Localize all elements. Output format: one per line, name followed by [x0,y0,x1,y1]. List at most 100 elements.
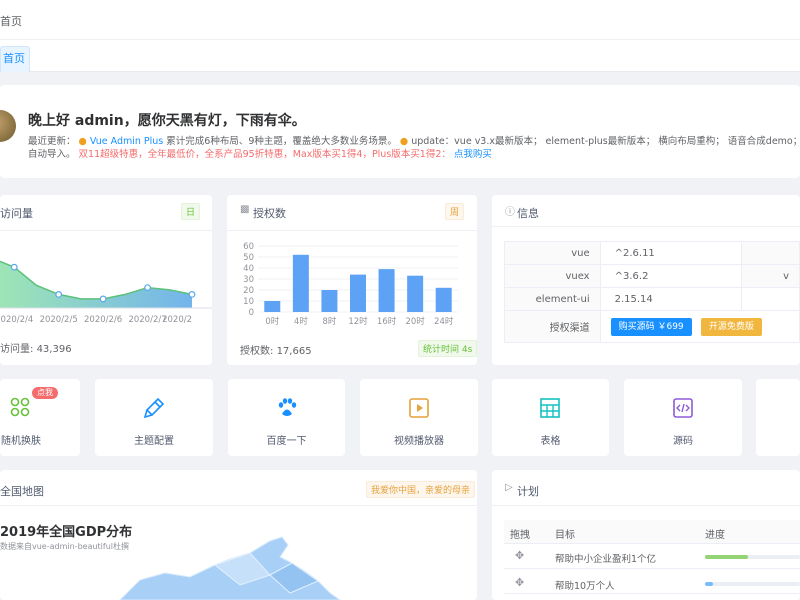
shortcut-card[interactable]: 表格 [492,379,609,456]
update-news: 最近更新： ● Vue Admin Plus 累计完成6种布局、9种主题，覆盖绝… [28,135,800,161]
video-play-icon [409,398,429,418]
bar[interactable] [321,290,338,312]
fire-icon: ● [78,136,87,147]
bar[interactable] [350,274,366,312]
news-update: update：vue v3.x最新版本； element-plus最新版本； 横… [411,136,800,147]
area-point[interactable] [55,291,63,298]
grid-apps-icon [10,397,30,417]
drag-handle-icon[interactable]: ✥ [515,549,524,562]
visits-footer-label: 访问量: [0,344,37,355]
x-tick-label: 4时 [294,316,308,327]
visits-footer: 访问量: 43,396 [0,340,72,355]
x-tick-label: 8时 [322,316,336,327]
plan-title: 计划 [517,485,539,498]
shortcut-label: 随机换肤 [1,436,41,447]
free-version-button[interactable]: 开源免费版 [700,317,762,336]
bar[interactable] [407,275,424,312]
area-point[interactable] [188,291,196,298]
bar[interactable] [378,269,395,312]
bar[interactable] [435,287,452,312]
y-tick-label: 20 [243,286,254,296]
area-fill [0,261,192,308]
news-product-link[interactable]: Vue Admin Plus [90,136,163,147]
auth-footer-label: 授权数: [240,346,277,357]
shortcut-card[interactable]: 点我 随机换肤 [0,379,80,456]
shortcut-label: 主题配置 [134,436,174,447]
shortcut-card[interactable]: 视频播放器 [360,379,478,456]
y-tick-label: 10 [243,297,254,307]
buy-source-button[interactable]: 购买源码 ￥699 [610,317,692,336]
y-tick-label: 60 [243,242,254,252]
info-value: ^2.6.11 [599,241,743,265]
news-promo: 双11超级特惠，全年最低价，全系产品95折特惠，Max版本买1得4，Plus版本… [75,149,451,160]
buy-link[interactable]: 点我购买 [451,149,492,160]
shortcut-label: 表格 [540,436,561,447]
info-channel-buttons: 购买源码 ￥699 开源免费版 [599,310,800,343]
paw-icon [278,398,297,416]
hot-badge: 点我 [32,387,58,399]
bar[interactable] [264,301,281,312]
x-tick-label: 2020/2/4 [0,315,33,325]
news-prefix: 最近更新： [28,136,76,147]
tabs-bar [0,40,800,72]
shortcut-card[interactable]: 百度一下 [228,379,345,456]
auth-time-badge: 统计时间 4s [418,340,478,357]
breadcrumb[interactable]: 首页 [0,13,22,29]
area-point[interactable] [10,263,18,271]
info-key: vue [504,241,601,265]
bar-chart-icon: ▩ [240,204,250,215]
plan-col-drag: 拖拽 [510,530,530,541]
shortcut-card[interactable] [756,379,800,456]
map-title: 全国地图 [0,485,44,498]
info-title: 信息 [517,207,539,220]
info-key [741,287,800,311]
x-tick-label: 2020/2 [162,315,192,325]
plan-goal: 帮助中小企业盈利1个亿 [555,554,657,565]
visits-day-tag: 日 [181,203,201,220]
plan-col-progress: 进度 [705,530,725,541]
tab-home[interactable]: 首页 [0,46,30,72]
y-tick-label: 30 [243,275,254,285]
map-chart-subtitle: 数据来自vue-admin-beautiful杜撰 [0,542,130,551]
fire-icon: ● [399,136,409,147]
code-icon [673,398,693,418]
plan-progress-fill [705,582,713,586]
info-row: vue ^2.6.11 [504,241,800,265]
welcome-card [0,85,800,178]
drag-handle-icon[interactable]: ✥ [515,576,524,589]
info-row: 授权渠道 购买源码 ￥699 开源免费版 [504,310,800,343]
area-point[interactable] [144,284,151,291]
auth-footer-value: 17,665 [276,346,312,357]
send-icon: ▷ [505,482,513,493]
shortcut-label: 源码 [673,436,693,447]
auth-week-tag: 周 [445,203,465,220]
info-key: element-ui [504,287,601,311]
shortcut-card[interactable]: 源码 [624,379,742,456]
plan-progress-bar [705,555,800,559]
x-tick-label: 12时 [348,316,368,327]
plan-progress-bar [705,582,800,586]
area-point[interactable] [99,295,107,303]
shortcut-card[interactable]: 主题配置 [95,379,213,456]
plan-table-header [504,520,800,544]
info-row: vuex ^3.6.2 v [504,264,800,288]
info-value: ^3.6.2 [599,264,743,288]
y-tick-label: 50 [243,253,254,263]
shortcut-label: 百度一下 [266,436,307,447]
bar[interactable] [292,254,309,312]
x-tick-label: 20时 [405,316,425,327]
x-tick-label: 0时 [265,316,279,327]
china-map [120,536,341,600]
visits-footer-value: 43,396 [36,344,72,355]
info-key [741,241,800,265]
shortcut-label: 视频播放器 [394,436,444,447]
x-tick-label: 2020/2/5 [40,315,78,325]
auth-bar-chart: 0102030405060 0时 4时 8时 12时 16时 20时 24时 [243,242,458,327]
info-value: 2.15.14 [599,287,743,311]
plan-goal: 帮助10万个人 [555,581,615,592]
map-chart-title: 2019年全国GDP分布 [0,525,133,540]
auth-footer: 授权数: 17,665 [240,342,312,357]
info-key: vuex [504,264,601,288]
map-slogan-tag: 我爱你中国，亲爱的母亲 [366,481,476,498]
info-row: element-ui 2.15.14 [504,287,800,311]
